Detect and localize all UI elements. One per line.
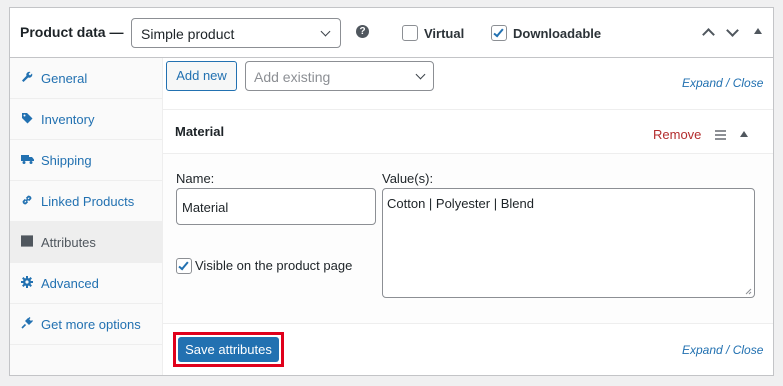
sidebar-item-advanced[interactable]: Advanced <box>10 263 163 304</box>
attribute-values-value: Cotton | Polyester | Blend <box>387 196 534 211</box>
sidebar-item-attributes[interactable]: Attributes <box>10 222 163 263</box>
chevron-down-icon[interactable] <box>726 24 739 37</box>
downloadable-checkbox[interactable] <box>491 25 507 41</box>
chevron-down-icon <box>415 69 426 80</box>
collapse-toggle-icon[interactable] <box>754 28 762 34</box>
chevron-up-icon[interactable] <box>702 28 715 41</box>
sidebar-item-label: Get more options <box>41 317 141 332</box>
expand-close-link-bottom[interactable]: Expand / Close <box>682 343 763 357</box>
attribute-values-textarea[interactable]: Cotton | Polyester | Blend <box>382 188 755 298</box>
attribute-name-input[interactable]: Material <box>176 188 376 225</box>
attribute-header[interactable]: Material Remove <box>163 110 773 154</box>
sidebar-item-label: Inventory <box>41 112 95 127</box>
sidebar-item-label: Attributes <box>41 235 96 250</box>
sidebar-item-linked-products[interactable]: Linked Products <box>10 181 163 222</box>
checkmark-icon <box>178 259 189 271</box>
save-attributes-highlight: Save attributes <box>173 332 284 367</box>
attribute-name-value: Material <box>182 200 229 215</box>
product-type-select[interactable]: Simple product <box>131 18 341 48</box>
wrench-icon <box>21 71 33 83</box>
downloadable-label: Downloadable <box>513 26 602 41</box>
values-label: Value(s): <box>382 171 434 186</box>
add-new-attribute-button[interactable]: Add new <box>166 61 237 91</box>
visible-on-product-page-checkbox[interactable] <box>176 258 192 274</box>
product-data-header: Product data — Simple product ? Virtual … <box>10 8 773 58</box>
sidebar-item-shipping[interactable]: Shipping <box>10 140 163 181</box>
save-attributes-button[interactable]: Save attributes <box>178 337 279 362</box>
collapse-attribute-icon[interactable] <box>740 131 748 137</box>
truck-icon <box>21 153 34 165</box>
list-icon <box>20 235 34 247</box>
add-existing-select[interactable]: Add existing <box>245 61 434 91</box>
sidebar-item-label: Linked Products <box>41 194 135 209</box>
chevron-down-icon <box>320 26 331 37</box>
sidebar-item-inventory[interactable]: Inventory <box>10 99 163 140</box>
sidebar-item-label: General <box>41 71 88 86</box>
product-type-value: Simple product <box>141 26 235 42</box>
sidebar-item-general[interactable]: General <box>10 58 163 99</box>
remove-attribute-link[interactable]: Remove <box>653 127 701 142</box>
help-icon[interactable]: ? <box>356 25 369 38</box>
virtual-label: Virtual <box>424 26 465 41</box>
sidebar-item-get-more-options[interactable]: Get more options <box>10 304 163 345</box>
plugin-icon <box>21 317 33 329</box>
add-existing-placeholder: Add existing <box>254 69 331 85</box>
product-data-title: Product data — <box>20 24 124 40</box>
checkmark-icon <box>493 26 504 38</box>
virtual-checkbox[interactable] <box>402 25 418 41</box>
link-icon <box>21 194 33 206</box>
sidebar-item-label: Advanced <box>41 276 99 291</box>
tag-icon <box>21 112 33 124</box>
visible-on-product-page-label: Visible on the product page <box>195 258 353 273</box>
gear-icon <box>21 276 33 288</box>
expand-close-link-top[interactable]: Expand / Close <box>682 76 763 90</box>
resize-grip-icon[interactable] <box>745 288 752 295</box>
drag-handle-icon[interactable] <box>715 130 726 142</box>
name-label: Name: <box>176 171 215 186</box>
sidebar-item-label: Shipping <box>41 153 92 168</box>
product-data-tabs: General Inventory Shipping Linked Produc… <box>10 58 163 375</box>
attribute-title: Material <box>175 124 225 139</box>
